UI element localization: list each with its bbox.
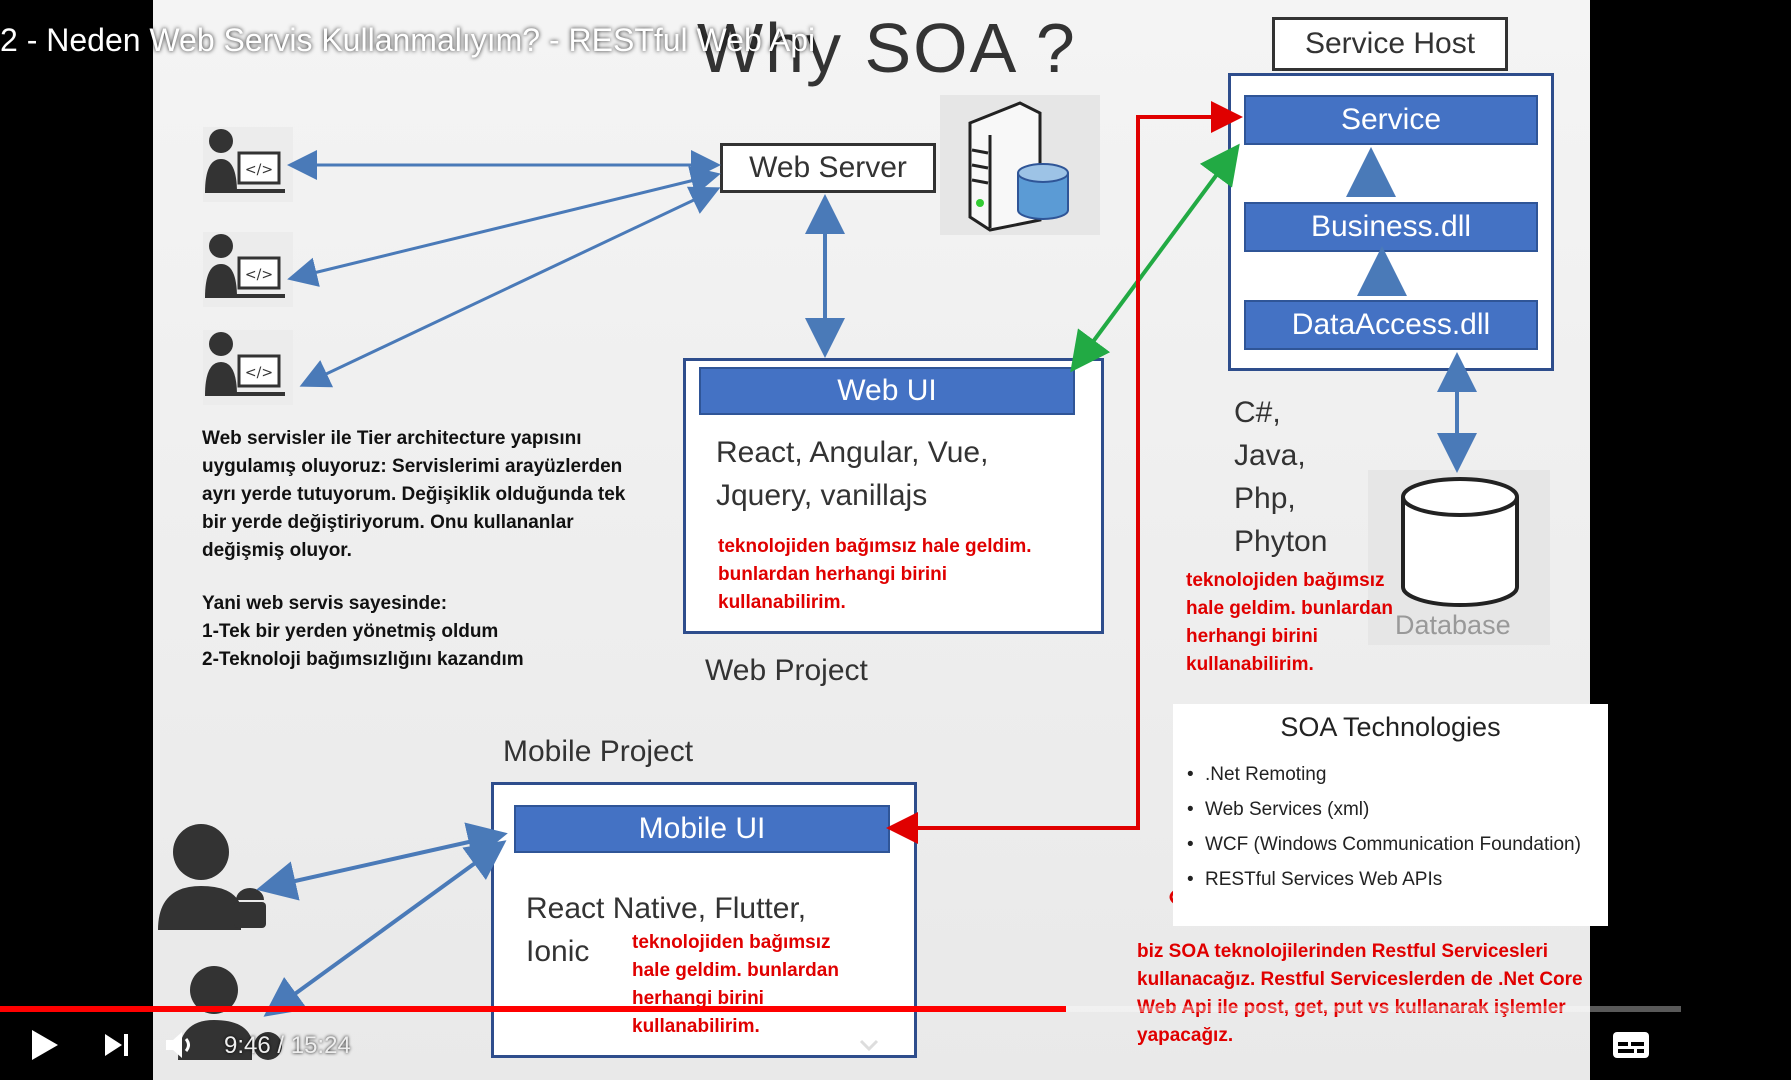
note-line: kullanacağız. Restful Serviceslerden de … — [1137, 969, 1583, 990]
soa-tech-item: .Net Remoting — [1187, 764, 1581, 799]
left-notes-list: Yani web servis sayesinde: 1-Tek bir yer… — [202, 590, 524, 674]
lang-red-note: teknolojiden bağımsız hale geldim. bunla… — [1186, 567, 1393, 679]
web-red-note: teknolojiden bağımsız hale geldim. bunla… — [718, 533, 1032, 617]
arrow-apple-mobileui — [263, 840, 507, 1017]
mobile-red-note: teknolojiden bağımsız hale geldim. bunla… — [632, 929, 839, 1041]
progress-track[interactable] — [0, 1006, 1681, 1012]
volume-icon — [166, 1032, 190, 1058]
soa-technologies-list: .Net Remoting Web Services (xml) WCF (Wi… — [1187, 764, 1581, 904]
arrow-dev3-webserver — [299, 186, 721, 388]
note-line: Web servisler ile Tier architecture yapı… — [202, 428, 582, 449]
note-line: teknolojiden bağımsız — [632, 932, 831, 953]
time-separator: / — [277, 1032, 285, 1059]
current-time: 9:46 — [224, 1032, 271, 1059]
note-line: hale geldim. bunlardan — [1186, 598, 1393, 619]
video-title[interactable]: 2 - Neden Web Servis Kullanmalıyım? - RE… — [0, 22, 815, 59]
soa-tech-item: RESTful Services Web APIs — [1187, 869, 1581, 904]
note-line: bir yerde değiştiriyorum. Onu kullananla… — [202, 512, 574, 533]
bottom-red-note: biz SOA teknolojilerinden Restful Servic… — [1137, 938, 1583, 1050]
note-line: kullanabilirim. — [1186, 654, 1314, 675]
soa-technologies-title: SOA Technologies — [1280, 712, 1501, 742]
note-line: herhangi birini — [1186, 626, 1318, 647]
note-line: değişmiş oluyor. — [202, 540, 352, 561]
volume-button[interactable] — [164, 1015, 198, 1075]
note-line: hale geldim. bunlardan — [632, 960, 839, 981]
note-line: 2-Teknoloji bağımsızlığını kazandım — [202, 649, 524, 670]
left-notes-paragraph: Web servisler ile Tier architecture yapı… — [202, 425, 625, 565]
note-line: ayrı yerde tutuyorum. Değişiklik olduğun… — [202, 484, 626, 505]
soa-tech-item: Web Services (xml) — [1187, 799, 1581, 834]
note-line: teknolojiden bağımsız hale geldim. — [718, 536, 1032, 557]
chevron-down-icon — [859, 1039, 879, 1051]
note-line: uygulamış oluyoruz: Servislerimi arayüzl… — [202, 456, 623, 477]
next-icon — [105, 1034, 128, 1056]
note-line: kullanabilirim. — [632, 1016, 760, 1037]
duration: 15:24 — [290, 1032, 351, 1059]
chevron-down-button[interactable] — [859, 1030, 879, 1060]
progress-fill — [0, 1006, 1066, 1012]
note-line: Yani web servis sayesinde: — [202, 593, 448, 614]
arrow-android-mobileui — [256, 822, 508, 901]
subtitles-icon — [1613, 1032, 1649, 1058]
soa-tech-item: WCF (Windows Communication Foundation) — [1187, 834, 1581, 869]
arrow-webui-service — [1070, 143, 1240, 373]
note-line: bunlardan herhangi birini — [718, 564, 948, 585]
play-icon — [32, 1030, 58, 1060]
subtitles-button[interactable] — [1612, 1015, 1650, 1075]
note-line: kullanabilirim. — [718, 592, 846, 613]
time-display: 9:46 / 15:24 — [224, 1032, 351, 1060]
note-line: 1-Tek bir yerden yönetmiş oldum — [202, 621, 499, 642]
note-line: teknolojiden bağımsız — [1186, 570, 1385, 591]
next-button[interactable] — [103, 1015, 131, 1075]
play-button[interactable] — [30, 1015, 60, 1075]
note-line: yapacağız. — [1137, 1025, 1234, 1046]
note-line: biz SOA teknolojilerinden Restful Servic… — [1137, 941, 1549, 962]
arrow-dev2-webserver — [287, 166, 721, 287]
soa-technologies-panel: SOA Technologies .Net Remoting Web Servi… — [1173, 704, 1608, 926]
